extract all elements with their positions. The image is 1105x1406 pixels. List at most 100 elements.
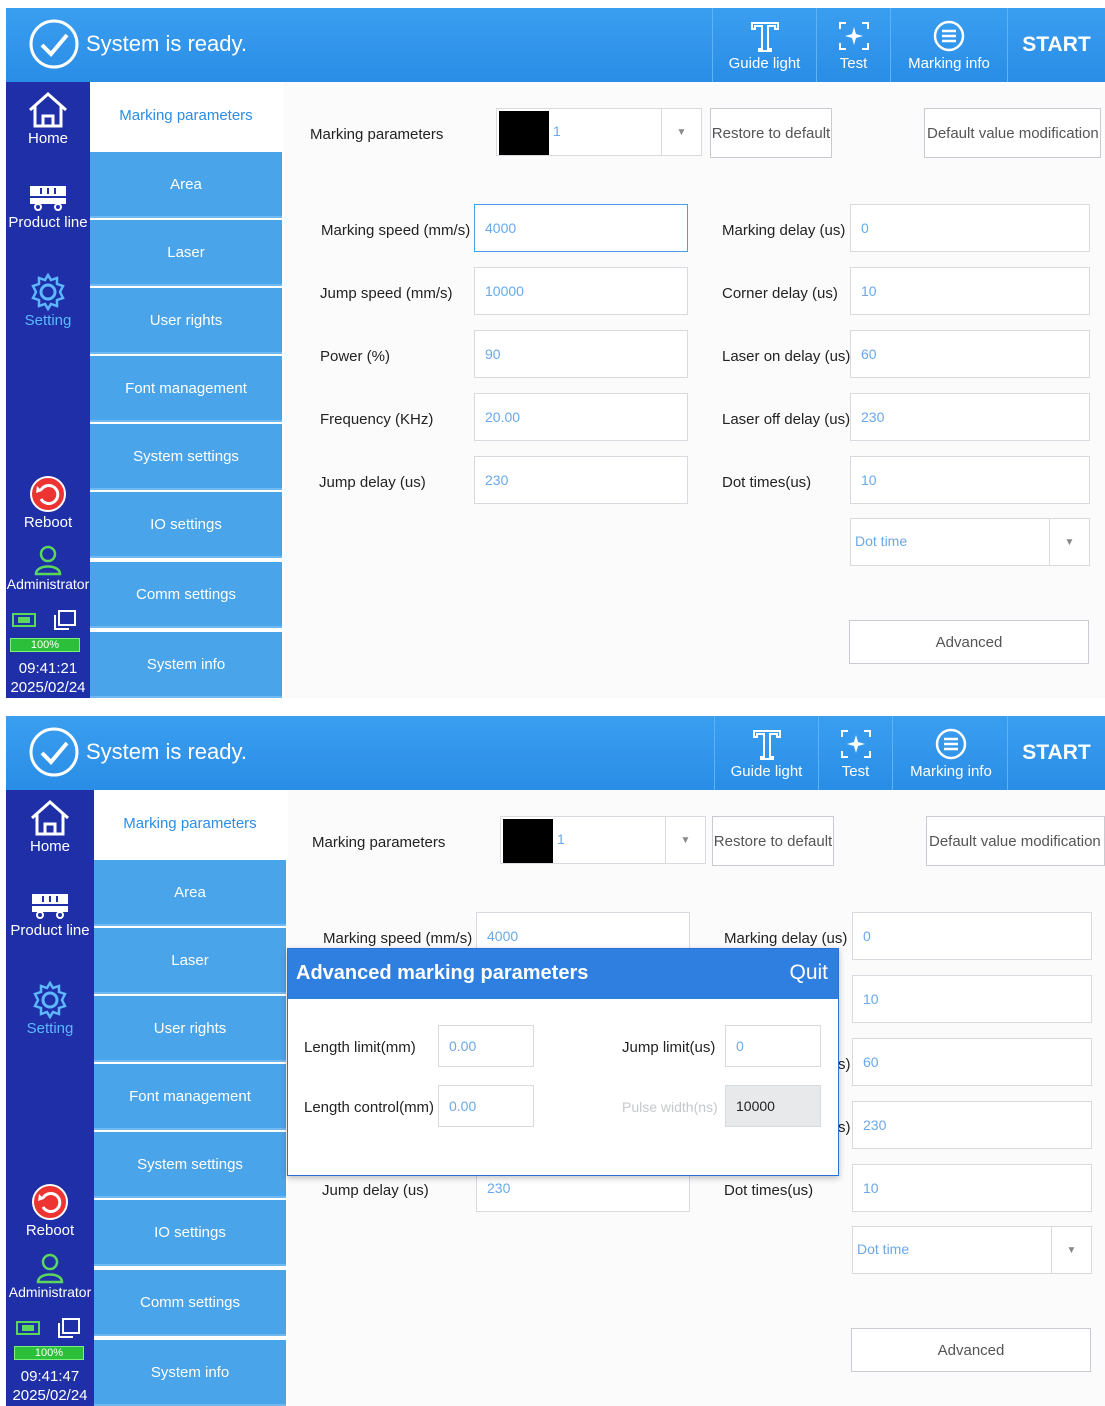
- submenu-system-info[interactable]: System info: [94, 1340, 286, 1406]
- submenu-marking-parameters[interactable]: Marking parameters: [90, 82, 282, 148]
- laser-on-delay-input[interactable]: 60: [852, 1038, 1092, 1086]
- submenu-user-rights[interactable]: User rights: [90, 288, 282, 354]
- submenu-area[interactable]: Area: [94, 860, 286, 926]
- clock-date: 2025/02/24: [12, 1387, 88, 1404]
- params-set-select[interactable]: 1 ▼: [496, 108, 702, 156]
- submenu-io-settings[interactable]: IO settings: [94, 1200, 286, 1266]
- advanced-button[interactable]: Advanced: [849, 620, 1089, 664]
- nav-administrator[interactable]: Administrator: [6, 1252, 94, 1300]
- user-icon: [36, 1253, 64, 1284]
- dot-mode-select[interactable]: Dot time ▼: [852, 1226, 1092, 1274]
- params-set-swatch: [499, 111, 549, 155]
- submenu-area[interactable]: Area: [90, 152, 282, 218]
- marking-parameters-screen-advanced: System is ready. Guide light Test Markin…: [6, 716, 1105, 1406]
- length-limit-input[interactable]: 0.00: [438, 1025, 534, 1067]
- start-button[interactable]: START: [1007, 8, 1105, 82]
- marking-speed-label: Marking speed (mm/s): [321, 222, 471, 239]
- submenu-io-settings[interactable]: IO settings: [90, 492, 282, 558]
- submenu-marking-parameters[interactable]: Marking parameters: [94, 790, 286, 856]
- laser-off-delay-label-partial: s): [838, 1119, 851, 1136]
- corner-delay-input[interactable]: 10: [850, 267, 1090, 315]
- submenu-laser[interactable]: Laser: [90, 220, 282, 286]
- nav-home[interactable]: Home: [6, 90, 90, 147]
- nav-product-line[interactable]: Product line: [6, 890, 94, 939]
- test-button[interactable]: Test: [818, 716, 892, 790]
- system-status: System is ready.: [28, 726, 247, 778]
- submenu-system-settings[interactable]: System settings: [94, 1132, 286, 1198]
- nav-setting[interactable]: Setting: [6, 272, 90, 329]
- dot-times-label: Dot times(us): [724, 1182, 814, 1199]
- nav-product-line[interactable]: Product line: [6, 182, 90, 231]
- home-icon: [31, 799, 69, 836]
- usb-icon: [16, 1321, 40, 1335]
- marking-delay-label: Marking delay (us): [724, 930, 848, 947]
- marking-delay-label: Marking delay (us): [722, 222, 846, 239]
- nav-home[interactable]: Home: [6, 798, 94, 855]
- nav-reboot[interactable]: Reboot: [6, 474, 90, 531]
- dot-mode-select[interactable]: Dot time ▼: [850, 518, 1090, 566]
- marking-speed-input[interactable]: 4000: [474, 204, 688, 252]
- battery-indicator: 100%: [10, 638, 80, 652]
- submenu-system-info[interactable]: System info: [90, 632, 282, 698]
- marking-info-button[interactable]: Marking info: [890, 8, 1007, 82]
- dot-times-input[interactable]: 10: [850, 456, 1090, 504]
- nav-setting[interactable]: Setting: [6, 980, 94, 1037]
- marking-info-button[interactable]: Marking info: [892, 716, 1009, 790]
- left-nav: Home Product line Setting Reboot Adminis…: [6, 790, 94, 1406]
- dialog-title: Advanced marking parameters: [296, 962, 589, 984]
- submenu-comm-settings[interactable]: Comm settings: [90, 562, 282, 628]
- jump-limit-input[interactable]: 0: [725, 1025, 821, 1067]
- settings-submenu: Marking parameters Area Laser User right…: [90, 82, 284, 698]
- top-bar: System is ready. Guide light Test Markin…: [6, 8, 1105, 82]
- laser-off-delay-input[interactable]: 230: [850, 393, 1090, 441]
- frequency-input[interactable]: 20.00: [474, 393, 688, 441]
- submenu-user-rights[interactable]: User rights: [94, 996, 286, 1062]
- guide-light-button[interactable]: Guide light: [714, 716, 818, 790]
- quit-button[interactable]: Quit: [789, 961, 828, 985]
- nav-administrator[interactable]: Administrator: [6, 544, 90, 592]
- params-set-swatch: [503, 819, 553, 863]
- jump-delay-input[interactable]: 230: [474, 456, 688, 504]
- submenu-system-settings[interactable]: System settings: [90, 424, 282, 490]
- clock-date: 2025/02/24: [10, 679, 86, 696]
- submenu-font-management[interactable]: Font management: [90, 356, 282, 422]
- restore-default-button[interactable]: Restore to default: [710, 108, 832, 158]
- laser-off-delay-input[interactable]: 230: [852, 1101, 1092, 1149]
- chevron-down-icon: ▼: [1049, 519, 1089, 565]
- length-limit-label: Length limit(mm): [304, 1039, 416, 1056]
- restore-default-button[interactable]: Restore to default: [712, 816, 834, 866]
- laser-on-delay-input[interactable]: 60: [850, 330, 1090, 378]
- corner-delay-input[interactable]: 10: [852, 975, 1092, 1023]
- production-line-icon: [30, 186, 66, 211]
- dot-times-input[interactable]: 10: [852, 1164, 1092, 1212]
- marking-delay-input[interactable]: 0: [852, 912, 1092, 960]
- nav-reboot[interactable]: Reboot: [6, 1182, 94, 1239]
- check-circle-icon: [29, 727, 79, 777]
- submenu-font-management[interactable]: Font management: [94, 1064, 286, 1130]
- default-value-modification-button[interactable]: Default value modification: [924, 108, 1101, 158]
- dot-times-label: Dot times(us): [722, 474, 812, 491]
- reboot-icon: [30, 476, 66, 512]
- advanced-button[interactable]: Advanced: [851, 1328, 1091, 1372]
- default-value-modification-button[interactable]: Default value modification: [926, 816, 1105, 866]
- marking-delay-input[interactable]: 0: [850, 204, 1090, 252]
- status-text: System is ready.: [86, 739, 247, 764]
- power-input[interactable]: 90: [474, 330, 688, 378]
- jump-delay-label: Jump delay (us): [322, 1182, 429, 1199]
- usb-icon: [12, 613, 36, 627]
- laser-on-delay-label-partial: s): [838, 1056, 851, 1073]
- text-t-icon: [752, 730, 781, 760]
- pulse-width-label: Pulse width(ns): [622, 1099, 718, 1115]
- check-circle-icon: [29, 19, 79, 69]
- device-icon: [54, 610, 76, 630]
- test-button[interactable]: Test: [816, 8, 890, 82]
- guide-light-button[interactable]: Guide light: [712, 8, 816, 82]
- jump-speed-input[interactable]: 10000: [474, 267, 688, 315]
- start-button[interactable]: START: [1007, 716, 1105, 790]
- list-circle-icon: [935, 728, 967, 760]
- params-set-select[interactable]: 1 ▼: [500, 816, 706, 864]
- dialog-header: Advanced marking parameters Quit: [288, 949, 838, 999]
- submenu-laser[interactable]: Laser: [94, 928, 286, 994]
- length-control-input[interactable]: 0.00: [438, 1085, 534, 1127]
- submenu-comm-settings[interactable]: Comm settings: [94, 1270, 286, 1336]
